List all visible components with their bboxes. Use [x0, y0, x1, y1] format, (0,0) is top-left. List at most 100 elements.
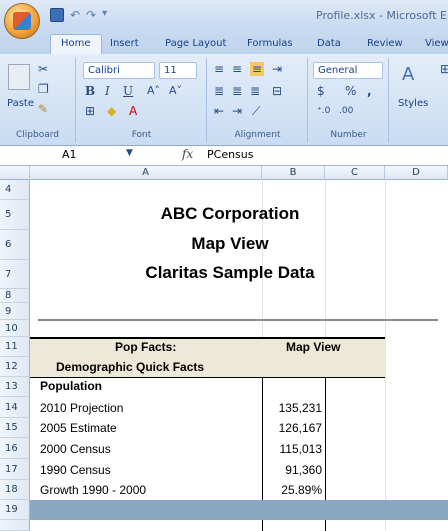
tab-formulas[interactable]: Formulas: [247, 38, 293, 49]
align-top-icon[interactable]: ≡: [214, 62, 224, 76]
sheet-title-source[interactable]: Claritas Sample Data: [50, 263, 410, 283]
column-header-b[interactable]: B: [262, 166, 325, 180]
redo-icon[interactable]: ↷: [86, 8, 96, 22]
shrink-font-icon[interactable]: A˅: [169, 84, 182, 97]
font-size-select[interactable]: 11: [159, 62, 197, 79]
row-header[interactable]: 17: [0, 459, 30, 480]
align-right-icon[interactable]: ≣: [250, 84, 260, 98]
paste-label[interactable]: Paste: [7, 98, 34, 109]
ribbon-tabs: Home Insert Page Layout Formulas Data Re…: [0, 32, 448, 54]
paste-icon[interactable]: [8, 64, 30, 90]
styles-button[interactable]: Styles: [398, 98, 428, 109]
table-row-label[interactable]: 1990 Census: [40, 463, 111, 477]
section-population[interactable]: Population: [40, 379, 102, 393]
sheet-title-view[interactable]: Map View: [50, 234, 410, 254]
row-header[interactable]: 12: [0, 357, 30, 377]
font-name-select[interactable]: Calibri: [83, 62, 155, 79]
worksheet: A B C D 4 5 6 7 8 9 10 11 12 13 14 15 16…: [0, 166, 448, 531]
row-header[interactable]: 16: [0, 438, 30, 459]
table-row-label[interactable]: 2010 Projection: [40, 401, 123, 415]
font-group: Calibri 11 B I U A˄ A˅ ⊞ ◆ A Font: [77, 58, 207, 142]
clipboard-group: Paste ✂ ❐ ✎ Clipboard: [0, 58, 76, 142]
insert-cells-icon[interactable]: ⊞: [440, 62, 448, 76]
increase-decimal-icon[interactable]: ⁺.0: [317, 106, 330, 116]
row-header[interactable]: 6: [0, 230, 30, 260]
wrap-text-icon[interactable]: ⇥: [272, 62, 282, 76]
comma-button[interactable]: ,: [367, 84, 372, 98]
save-icon[interactable]: [50, 8, 64, 22]
format-painter-icon[interactable]: ✎: [38, 102, 48, 116]
underline-icon[interactable]: U: [123, 84, 133, 98]
window-title: Profile.xlsx - Microsoft E: [316, 9, 447, 22]
sheet-title-company[interactable]: ABC Corporation: [50, 204, 410, 224]
table-row-label[interactable]: 2005 Estimate: [40, 421, 117, 435]
insert-function-icon[interactable]: fx: [182, 147, 193, 161]
table-row-value[interactable]: 135,231: [268, 401, 322, 415]
row-header[interactable]: 5: [0, 200, 30, 230]
map-view-header[interactable]: Map View: [286, 340, 340, 354]
undo-icon[interactable]: ↶: [70, 8, 80, 22]
align-bottom-icon[interactable]: ≡: [250, 62, 265, 76]
formula-input[interactable]: PCensus: [207, 148, 254, 161]
fill-color-icon[interactable]: ◆: [107, 104, 116, 118]
row-header[interactable]: 4: [0, 180, 30, 200]
table-divider: [262, 377, 263, 520]
italic-icon[interactable]: I: [105, 84, 110, 98]
tab-view[interactable]: View: [425, 38, 448, 49]
table-row-label[interactable]: 2000 Census: [40, 442, 111, 456]
align-middle-icon[interactable]: ≡: [232, 62, 242, 76]
table-row-label[interactable]: Growth 1990 - 2000: [40, 483, 146, 497]
pop-facts-header[interactable]: Pop Facts:: [115, 340, 176, 354]
table-row-value[interactable]: 126,167: [268, 421, 322, 435]
name-box[interactable]: A1: [8, 148, 118, 164]
tab-review[interactable]: Review: [367, 38, 403, 49]
column-header-c[interactable]: C: [325, 166, 385, 180]
row-header[interactable]: 14: [0, 397, 30, 418]
row-header[interactable]: 9: [0, 303, 30, 320]
row-header[interactable]: 15: [0, 418, 30, 438]
merge-center-icon[interactable]: ⊟: [272, 84, 282, 98]
row-header[interactable]: [0, 520, 30, 531]
demographic-quick-facts[interactable]: Demographic Quick Facts: [56, 360, 204, 374]
table-divider: [262, 520, 263, 531]
percent-button[interactable]: %: [345, 84, 356, 98]
ribbon: Paste ✂ ❐ ✎ Clipboard Calibri 11 B I U A…: [0, 54, 448, 146]
tab-data[interactable]: Data: [317, 38, 341, 49]
copy-icon[interactable]: ❐: [38, 82, 49, 96]
decrease-decimal-icon[interactable]: .00: [339, 106, 353, 116]
customize-toolbar-icon[interactable]: ▾: [102, 8, 116, 22]
column-header-d[interactable]: D: [385, 166, 448, 180]
office-button[interactable]: [4, 3, 40, 39]
grow-font-icon[interactable]: A˄: [147, 84, 160, 97]
select-all-corner[interactable]: [0, 166, 30, 180]
orientation-icon[interactable]: ⟋: [252, 104, 260, 119]
font-color-icon[interactable]: A: [129, 104, 137, 118]
row-header[interactable]: 11: [0, 337, 30, 357]
currency-button[interactable]: $: [317, 84, 325, 98]
row-header[interactable]: 19: [0, 500, 30, 520]
increase-indent-icon[interactable]: ⇥: [232, 104, 242, 118]
row-header[interactable]: 18: [0, 480, 30, 500]
row-header[interactable]: 7: [0, 260, 30, 289]
tab-insert[interactable]: Insert: [110, 38, 139, 49]
row-header[interactable]: 8: [0, 289, 30, 303]
decrease-indent-icon[interactable]: ⇤: [214, 104, 224, 118]
column-header-a[interactable]: A: [30, 166, 262, 180]
row-header[interactable]: 13: [0, 377, 30, 397]
bold-icon[interactable]: B: [85, 84, 95, 98]
table-row-value[interactable]: 115,013: [268, 442, 323, 456]
number-format-select[interactable]: General: [313, 62, 383, 79]
align-left-icon[interactable]: ≣: [214, 84, 224, 98]
align-center-icon[interactable]: ≣: [232, 84, 242, 98]
tab-page-layout[interactable]: Page Layout: [165, 38, 226, 49]
cut-icon[interactable]: ✂: [38, 62, 48, 76]
table-row-value[interactable]: 25.89%: [268, 483, 322, 497]
name-box-dropdown-icon[interactable]: ▼: [126, 148, 133, 158]
quick-access-toolbar: ↶ ↷ ▾: [50, 6, 116, 24]
borders-icon[interactable]: ⊞: [85, 104, 95, 118]
tab-home[interactable]: Home: [50, 34, 102, 54]
table-row-value[interactable]: 91,360: [268, 463, 322, 477]
styles-icon[interactable]: A: [402, 64, 414, 85]
header-rule: [30, 377, 385, 378]
row-header[interactable]: 10: [0, 320, 30, 337]
